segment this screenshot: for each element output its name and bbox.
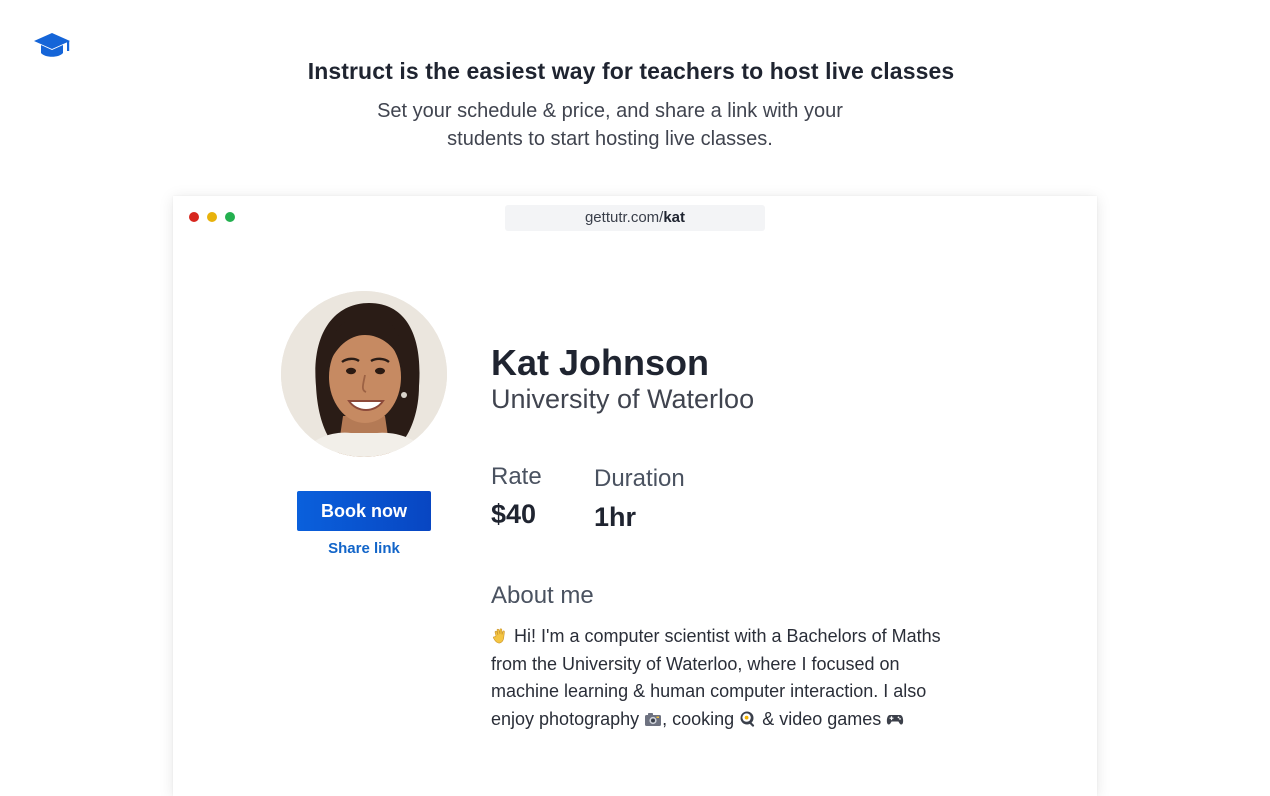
rate-label: Rate — [491, 463, 542, 490]
hero-subtitle-line: students to start hosting live classes. — [447, 128, 773, 150]
about-line-text: & video games — [762, 709, 882, 730]
avatar — [281, 291, 447, 457]
share-link[interactable]: Share link — [297, 540, 431, 557]
hero-subtitle-line: Set your schedule & price, and share a l… — [377, 100, 843, 122]
url-path: kat — [663, 209, 686, 226]
about-line-text: Hi! I'm a computer scientist with a Bach… — [514, 626, 941, 646]
about-title: About me — [491, 582, 594, 609]
camera-icon — [645, 713, 662, 727]
minimize-window-dot[interactable] — [207, 212, 217, 222]
about-text: Hi! I'm a computer scientist with a Bach… — [491, 623, 991, 734]
profile-name: Kat Johnson — [491, 342, 710, 383]
close-window-dot[interactable] — [189, 212, 199, 222]
about-line-text: enjoy photography — [491, 709, 640, 730]
maximize-window-dot[interactable] — [225, 212, 235, 222]
browser-window: gettutr.com/kat Book now Share link Kat … — [173, 196, 1097, 796]
rate-value: $40 — [491, 499, 537, 529]
duration-value: 1hr — [594, 502, 637, 532]
about-line-text: , cooking — [662, 709, 735, 730]
waving-hand-icon — [493, 628, 505, 644]
profile-school: University of Waterloo — [491, 384, 755, 414]
frying-pan-egg-icon — [740, 711, 755, 727]
duration-label: Duration — [594, 465, 685, 492]
video-game-controller-icon — [887, 715, 904, 725]
about-line: enjoy photography , cooking & video game… — [491, 706, 991, 734]
url-domain: gettutr.com/ — [584, 209, 664, 226]
url-bar[interactable]: gettutr.com/kat — [505, 205, 765, 231]
about-line: Hi! I'm a computer scientist with a Bach… — [491, 623, 991, 651]
about-line: from the University of Waterloo, where I… — [491, 653, 900, 674]
book-now-button[interactable]: Book now — [297, 491, 431, 531]
about-line: machine learning & human computer intera… — [491, 681, 927, 702]
hero-subtitle: Set your schedule & price, and share a l… — [0, 97, 1220, 153]
hero-title: Instruct is the easiest way for teachers… — [307, 58, 955, 84]
avatar-portrait — [281, 291, 447, 457]
